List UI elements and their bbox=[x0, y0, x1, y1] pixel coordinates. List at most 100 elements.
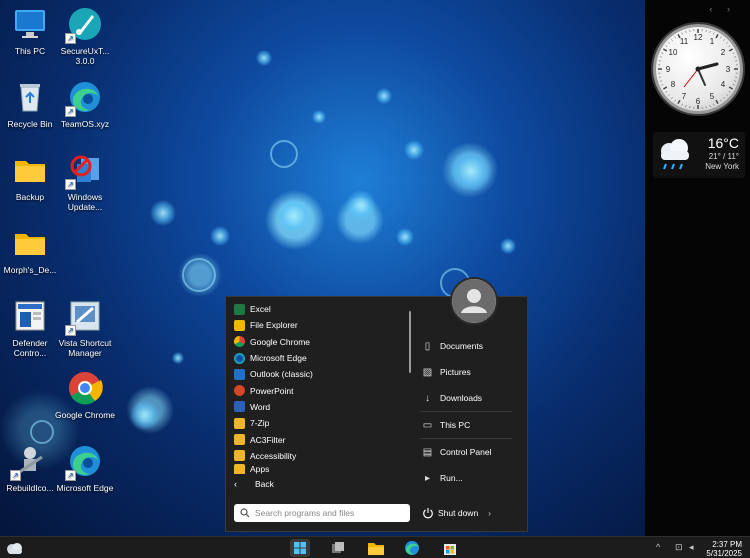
shortcut-arrow-icon: ↗ bbox=[65, 470, 76, 481]
program-item-7zip[interactable]: 7-Zip bbox=[226, 415, 412, 431]
desktop-icon-windows-update[interactable]: ↗ Windows Update... bbox=[55, 152, 115, 212]
rain-cloud-icon bbox=[661, 139, 689, 170]
desktop-icon-defender-control[interactable]: Defender Contro... bbox=[0, 298, 60, 358]
tray-clock[interactable]: 2:37 PM 5/31/2025 bbox=[706, 540, 742, 558]
clock-number: 12 bbox=[694, 33, 703, 42]
desktop-icon-backup[interactable]: Backup bbox=[0, 152, 60, 202]
wallpaper-ring bbox=[270, 140, 298, 168]
program-label: AC3Filter bbox=[250, 434, 286, 445]
program-item-google-chrome[interactable]: Google Chrome bbox=[226, 334, 412, 350]
edge-taskbar-button[interactable] bbox=[402, 539, 422, 557]
clock-tick bbox=[671, 97, 673, 99]
back-label: Back bbox=[255, 479, 274, 489]
program-item-excel[interactable]: Excel bbox=[226, 301, 412, 317]
task-view-icon bbox=[332, 542, 344, 553]
desktop-icon-recycle-bin[interactable]: Recycle Bin bbox=[0, 79, 60, 129]
desktop-icon-rebuildicon[interactable]: ↗ RebuildIco... bbox=[0, 443, 60, 493]
right-item-control-panel[interactable]: ▤ Control Panel bbox=[412, 439, 520, 465]
wallpaper-bokeh bbox=[450, 150, 492, 192]
clock-tick bbox=[685, 105, 687, 108]
volume-icon[interactable]: ◂ bbox=[689, 542, 694, 553]
secureux-icon: ↗ bbox=[65, 6, 103, 44]
analog-clock-gadget[interactable]: 12 1 2 3 4 5 6 7 8 9 10 11 bbox=[653, 24, 743, 114]
back-button[interactable]: ‹ Back bbox=[234, 479, 274, 489]
right-item-run[interactable]: ▸ Run... bbox=[412, 465, 520, 491]
program-item-ac3filter[interactable]: AC3Filter bbox=[226, 431, 412, 447]
tray-time: 2:37 PM bbox=[712, 540, 742, 549]
wallpaper-bokeh bbox=[346, 190, 376, 220]
clock-minute-hand bbox=[697, 68, 706, 86]
wallpaper-bokeh bbox=[500, 238, 516, 254]
tray-overflow-chevron-icon[interactable]: ^ bbox=[656, 542, 660, 552]
clock-tick bbox=[677, 99, 681, 105]
right-item-documents[interactable]: ▯ Documents bbox=[412, 333, 520, 359]
program-item-powerpoint[interactable]: PowerPoint bbox=[226, 382, 412, 398]
desktop-icon-microsoft-edge[interactable]: ↗ Microsoft Edge bbox=[55, 443, 115, 493]
desktop-icon-label: Defender Contro... bbox=[12, 338, 48, 358]
control-panel-icon: ▤ bbox=[422, 446, 433, 458]
desktop-icon-label: Recycle Bin bbox=[7, 119, 53, 129]
clock-tick bbox=[671, 39, 673, 41]
desktop-icon-google-chrome[interactable]: Google Chrome bbox=[55, 370, 115, 420]
clock-tick bbox=[665, 45, 668, 47]
search-icon bbox=[240, 508, 250, 518]
right-item-pictures[interactable]: ▨ Pictures bbox=[412, 359, 520, 385]
clock-tick bbox=[732, 84, 735, 86]
rebuild-icon: ↗ bbox=[10, 443, 48, 481]
edge-icon bbox=[405, 541, 419, 555]
windows-logo-icon bbox=[294, 542, 306, 554]
right-item-label: Documents bbox=[440, 341, 483, 351]
task-view-button[interactable] bbox=[328, 539, 348, 557]
start-button[interactable] bbox=[290, 539, 310, 557]
store-taskbar-button[interactable] bbox=[440, 539, 460, 557]
program-list: Excel File Explorer Google Chrome Micros… bbox=[226, 301, 412, 474]
network-icon[interactable]: ⊡ bbox=[675, 542, 683, 553]
outlook-icon bbox=[234, 368, 245, 380]
desktop-icon-morphs[interactable]: Morph's_De... bbox=[0, 225, 60, 275]
wallpaper-bokeh bbox=[130, 400, 160, 430]
program-item-outlook[interactable]: Outlook (classic) bbox=[226, 366, 412, 382]
program-list-scrollbar[interactable] bbox=[409, 311, 411, 373]
clock-tick bbox=[732, 52, 735, 54]
clock-tick bbox=[728, 86, 734, 90]
clock-second-hand bbox=[683, 68, 699, 88]
wallpaper-bokeh bbox=[404, 140, 424, 160]
chevron-right-icon[interactable]: › bbox=[488, 508, 491, 518]
edge-icon: ↗ bbox=[65, 79, 103, 117]
weather-widget-button[interactable] bbox=[4, 539, 24, 557]
shutdown-button[interactable]: Shut down › bbox=[422, 504, 491, 522]
user-avatar[interactable] bbox=[450, 277, 498, 325]
right-item-downloads[interactable]: ↓ Downloads bbox=[412, 385, 520, 411]
cloud-icon bbox=[7, 543, 22, 554]
sidebar-nav-arrows[interactable]: ‹ › bbox=[710, 4, 737, 14]
start-search-box[interactable] bbox=[234, 504, 410, 522]
store-icon bbox=[444, 544, 456, 555]
desktop-icon-this-pc[interactable]: This PC bbox=[0, 6, 60, 56]
clock-tick bbox=[713, 103, 715, 106]
wallpaper-bokeh bbox=[256, 50, 272, 66]
folder-icon bbox=[234, 450, 245, 462]
file-explorer-taskbar-button[interactable] bbox=[366, 539, 386, 557]
desktop-icon-vista-shortcut-manager[interactable]: ↗ Vista Shortcut Manager bbox=[55, 298, 115, 358]
desktop-icon-label: Backup bbox=[15, 192, 45, 202]
weather-gadget[interactable]: 16°C 21° / 11° New York bbox=[653, 132, 745, 178]
wallpaper-bokeh bbox=[172, 352, 184, 364]
program-item-accessibility[interactable]: Accessibility bbox=[226, 448, 412, 464]
wallpaper-bokeh bbox=[312, 110, 326, 124]
desktop-icon-teamos[interactable]: ↗ TeamOS.xyz bbox=[55, 79, 115, 129]
shutdown-label: Shut down bbox=[438, 508, 479, 518]
desktop-icon-label: Microsoft Edge bbox=[56, 483, 114, 493]
program-item-microsoft-edge[interactable]: Microsoft Edge bbox=[226, 350, 412, 366]
program-item-word[interactable]: Word bbox=[226, 399, 412, 415]
search-input[interactable] bbox=[255, 508, 405, 518]
program-item-file-explorer[interactable]: File Explorer bbox=[226, 317, 412, 333]
desktop-icon-label: Vista Shortcut Manager bbox=[58, 338, 112, 358]
right-item-this-pc[interactable]: ▭ This PC bbox=[412, 412, 520, 438]
program-label: Outlook (classic) bbox=[250, 369, 313, 380]
desktop-icon-label: This PC bbox=[14, 46, 46, 56]
clock-tick bbox=[661, 84, 664, 86]
powerpoint-icon bbox=[234, 385, 245, 397]
program-item-apps[interactable]: Apps bbox=[226, 463, 412, 474]
desktop-icon-secureux[interactable]: ↗ SecureUxT... 3.0.0 bbox=[55, 6, 115, 66]
clock-tick bbox=[720, 36, 722, 39]
